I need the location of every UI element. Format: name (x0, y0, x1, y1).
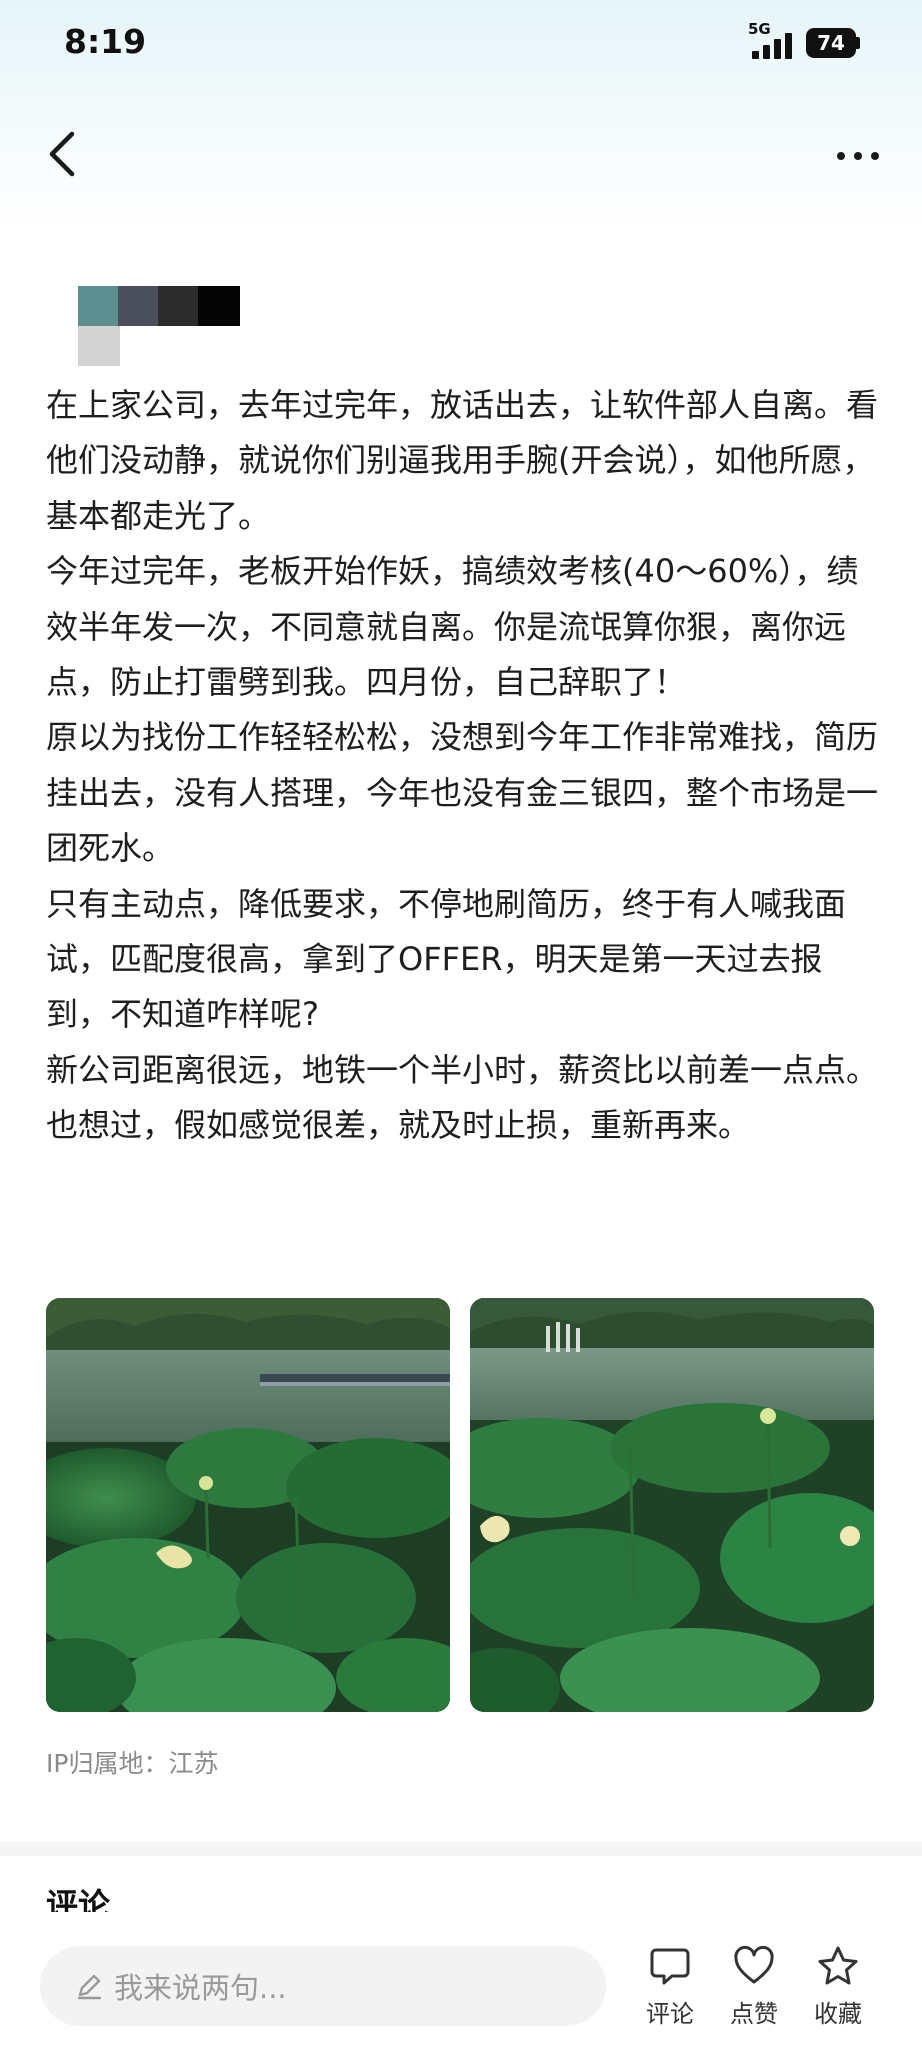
comment-label: 评论 (646, 2000, 694, 2028)
favorite-button[interactable]: 收藏 (796, 1944, 880, 2048)
avatar[interactable] (78, 286, 242, 366)
battery-icon: 74 (806, 28, 856, 58)
avatar-pixel (198, 286, 240, 326)
chevron-left-icon (49, 131, 75, 177)
post-body: 在上家公司，去年过完年，放话出去，让软件部人自离。看他们没动静，就说你们别逼我用… (46, 378, 882, 1154)
avatar-pixel (158, 286, 200, 326)
heart-icon (734, 1945, 774, 1984)
avatar-pixel (118, 286, 160, 326)
ip-location: IP归属地：江苏 (46, 1749, 219, 1778)
battery-tip (856, 37, 860, 49)
lotus-pond-image (46, 1298, 450, 1712)
like-button[interactable]: 点赞 (712, 1944, 796, 2048)
comment-input[interactable]: 我来说两句... (40, 1946, 606, 2026)
signal-icon (752, 33, 792, 59)
post-photo-1[interactable] (46, 1298, 450, 1712)
like-label: 点赞 (730, 2000, 778, 2028)
status-bar: 8:19 5G 74 (0, 0, 922, 90)
comment-input-placeholder: 我来说两句... (114, 1971, 287, 2005)
post-paragraph: 只有主动点，降低要求，不停地刷简历，终于有人喊我面试，匹配度很高，拿到了OFFE… (46, 884, 847, 1034)
back-button[interactable] (40, 126, 84, 182)
avatar-pixel (78, 286, 120, 326)
post-paragraph: 今年过完年，老板开始作妖，搞绩效考核(40～60%），绩效半年发一次，不同意就自… (46, 552, 859, 702)
star-icon (818, 1946, 858, 1985)
battery-level: 74 (817, 31, 845, 55)
comment-button[interactable]: 评论 (628, 1944, 712, 2048)
pencil-icon (77, 1974, 102, 2000)
lotus-pond-image (470, 1298, 874, 1712)
section-divider (0, 1842, 922, 1856)
avatar-pixel (78, 326, 120, 366)
favorite-label: 收藏 (814, 2000, 862, 2028)
ellipsis-icon (837, 152, 879, 160)
more-button[interactable] (828, 136, 888, 176)
post-paragraph: 原以为找份工作轻轻松松，没想到今年工作非常难找，简历挂出去，没有人搭理，今年也没… (46, 718, 879, 868)
status-time: 8:19 (64, 22, 147, 61)
post-paragraph: 新公司距离很远，地铁一个半小时，薪资比以前差一点点。也想过，假如感觉很差，就及时… (46, 1050, 879, 1145)
comment-icon (650, 1948, 690, 1985)
post-photo-2[interactable] (470, 1298, 874, 1712)
post-paragraph: 在上家公司，去年过完年，放话出去，让软件部人自离。看他们没动静，就说你们别逼我用… (46, 386, 879, 535)
